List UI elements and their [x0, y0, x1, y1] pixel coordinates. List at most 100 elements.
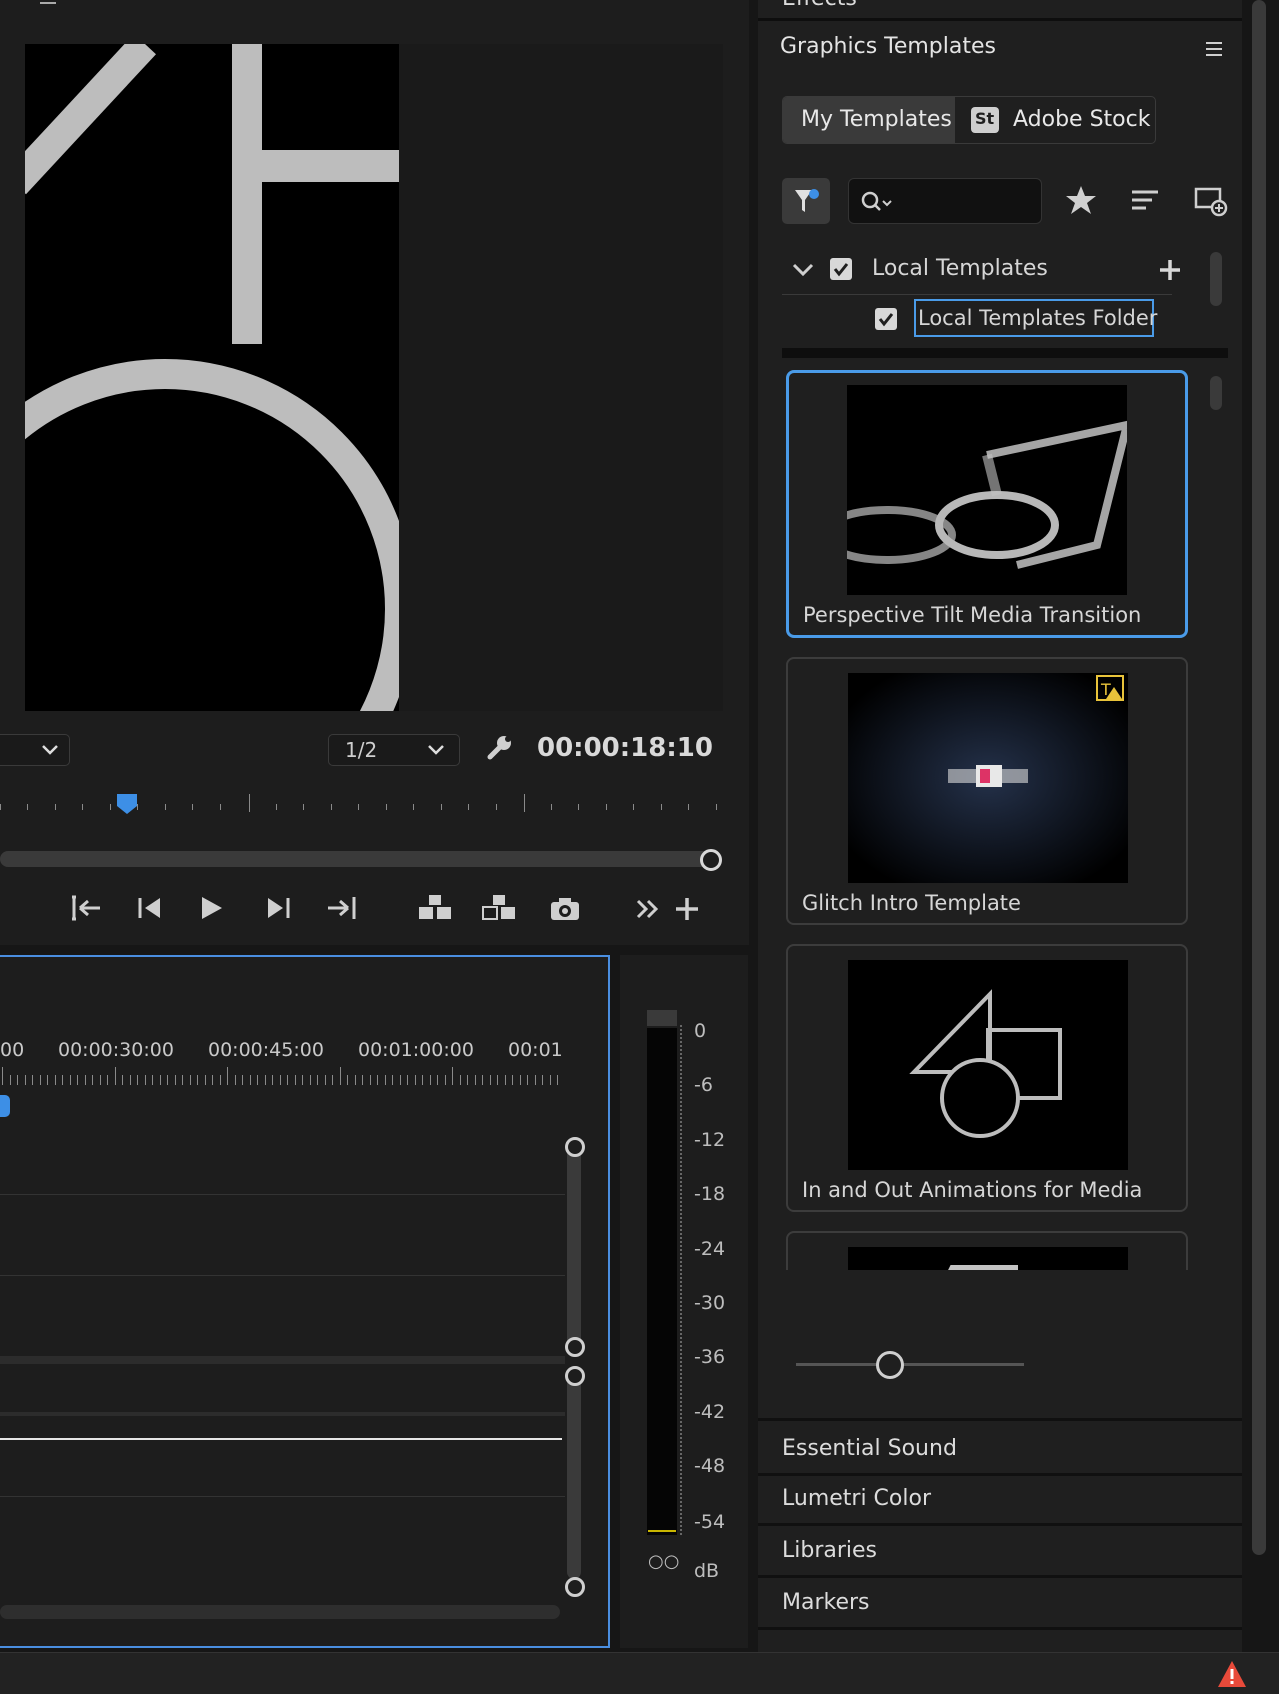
ruler-tick	[152, 1075, 153, 1085]
extract-icon[interactable]	[479, 893, 519, 923]
tree-scrollbar[interactable]	[1210, 252, 1222, 306]
play-icon[interactable]	[198, 895, 224, 921]
step-back-icon[interactable]	[136, 895, 166, 921]
add-folder-icon[interactable]	[1158, 258, 1182, 282]
local-templates-folder-item[interactable]: Local Templates Folder	[914, 299, 1157, 337]
ruler-tick	[84, 1075, 86, 1085]
ruler-tick	[459, 1075, 461, 1085]
ruler-tick	[69, 1075, 71, 1085]
template-name: Perspective Tilt Media Transition	[803, 603, 1142, 627]
panel-scrollbar[interactable]	[1252, 0, 1266, 1555]
ruler-tick	[77, 1075, 78, 1085]
go-to-in-icon[interactable]	[70, 893, 104, 923]
template-card[interactable]: In and Out Animations for Media	[786, 944, 1188, 1212]
vertical-scrollbar-audio[interactable]	[567, 1371, 581, 1579]
tab-my-templates[interactable]: My Templates	[783, 97, 955, 143]
solo-buttons[interactable]: ○○	[648, 1551, 679, 1572]
meter-scale-label: -42	[694, 1401, 726, 1423]
tab-adobe-stock[interactable]: St Adobe Stock	[955, 97, 1155, 143]
scroll-handle[interactable]	[565, 1577, 585, 1597]
step-forward-icon[interactable]	[262, 895, 292, 921]
mini-time-ruler[interactable]	[0, 792, 720, 816]
ruler-tick	[144, 1075, 146, 1085]
panel-menu-stub	[0, 0, 60, 6]
ruler-tick	[309, 1075, 311, 1085]
more-controls-icon[interactable]	[635, 898, 661, 920]
star-icon[interactable]	[1064, 184, 1098, 216]
lift-icon[interactable]	[415, 893, 455, 923]
meter-scale-line	[680, 1025, 683, 1535]
scroll-handle[interactable]	[565, 1366, 585, 1386]
peak-indicator[interactable]	[647, 1010, 677, 1026]
checkmark-icon	[833, 263, 849, 277]
ruler-tick	[9, 1075, 11, 1085]
ruler-tick	[39, 1075, 41, 1085]
timeline-playhead[interactable]	[0, 1095, 10, 1117]
ruler-tick	[197, 1075, 198, 1085]
essential-sound-section[interactable]: Essential Sound	[758, 1426, 1242, 1476]
resolution-select[interactable]: 1/2	[328, 734, 460, 766]
new-bin-icon[interactable]	[1194, 186, 1228, 218]
camera-icon[interactable]	[549, 896, 581, 922]
zoom-level-select[interactable]	[0, 734, 70, 766]
ruler-tick	[429, 1075, 431, 1085]
scroll-handle[interactable]	[565, 1137, 585, 1157]
playhead-marker[interactable]	[115, 792, 141, 818]
go-to-out-icon[interactable]	[324, 893, 358, 923]
track-divider	[0, 1356, 565, 1364]
meter-scale-label: -18	[694, 1183, 726, 1205]
meter-scale-label: -6	[694, 1074, 713, 1096]
sort-icon[interactable]	[1130, 188, 1160, 214]
add-button-icon[interactable]	[674, 896, 700, 922]
warning-icon[interactable]	[1216, 1659, 1248, 1689]
video-frame[interactable]	[25, 44, 399, 711]
funnel-icon	[795, 189, 819, 212]
ruler-tick	[189, 1075, 191, 1085]
search-input[interactable]	[848, 178, 1042, 224]
ruler-label: 00:01:00:00	[358, 1039, 474, 1061]
meter-floor	[648, 1530, 676, 1532]
checkmark-icon	[878, 313, 894, 327]
local-folder-checkbox[interactable]	[875, 308, 897, 330]
template-card[interactable]: T Glitch Intro Template	[786, 657, 1188, 925]
chevron-down-icon[interactable]	[792, 262, 814, 278]
scroll-handle[interactable]	[565, 1337, 585, 1357]
vertical-scrollbar-video[interactable]	[567, 1145, 581, 1351]
effects-section-header[interactable]: Effects	[758, 0, 1242, 21]
template-card[interactable]: Perspective Tilt Media Transition	[786, 370, 1188, 638]
panel-menu-icon[interactable]	[1204, 40, 1224, 58]
template-preview-image	[909, 989, 1062, 1138]
template-card[interactable]	[786, 1231, 1188, 1270]
thumbnail-size-handle[interactable]	[876, 1351, 904, 1379]
audio-level-line[interactable]	[0, 1438, 562, 1440]
wrench-icon[interactable]	[484, 733, 514, 763]
filter-button[interactable]	[782, 178, 830, 224]
ruler-tick	[407, 1075, 408, 1085]
timeline-panel[interactable]: 00 00:00:30:00 00:00:45:00 00:01:00:00 0…	[0, 955, 610, 1648]
search-field[interactable]	[901, 187, 1035, 217]
libraries-section[interactable]: Libraries	[758, 1528, 1242, 1578]
stock-badge-icon: St	[971, 107, 999, 133]
ruler-tick	[167, 1075, 168, 1085]
thumbnail-size-slider[interactable]	[796, 1363, 1024, 1366]
zoom-scrollbar[interactable]	[0, 851, 712, 867]
markers-section[interactable]: Markers	[758, 1580, 1242, 1630]
meter-scale-label: -12	[694, 1129, 726, 1151]
ruler-tick	[549, 1075, 551, 1085]
ruler-tick	[444, 1075, 446, 1085]
ruler-tick	[287, 1075, 288, 1085]
ruler-tick	[489, 1075, 491, 1085]
ruler-tick	[62, 1075, 63, 1085]
horizontal-scrollbar[interactable]	[0, 1605, 560, 1619]
section-label: Lumetri Color	[782, 1486, 931, 1511]
templates-scrollbar[interactable]	[1210, 376, 1222, 410]
local-templates-checkbox[interactable]	[830, 258, 852, 280]
meter-scale-label: -30	[694, 1292, 726, 1314]
zoom-scrollbar-handle[interactable]	[700, 849, 722, 871]
template-thumbnail	[848, 960, 1128, 1170]
ruler-tick	[354, 1075, 356, 1085]
meter-scale-label: 0	[694, 1020, 707, 1042]
ruler-tick	[332, 1075, 333, 1085]
timeline-ruler[interactable]	[0, 1067, 565, 1087]
lumetri-color-section[interactable]: Lumetri Color	[758, 1476, 1242, 1526]
